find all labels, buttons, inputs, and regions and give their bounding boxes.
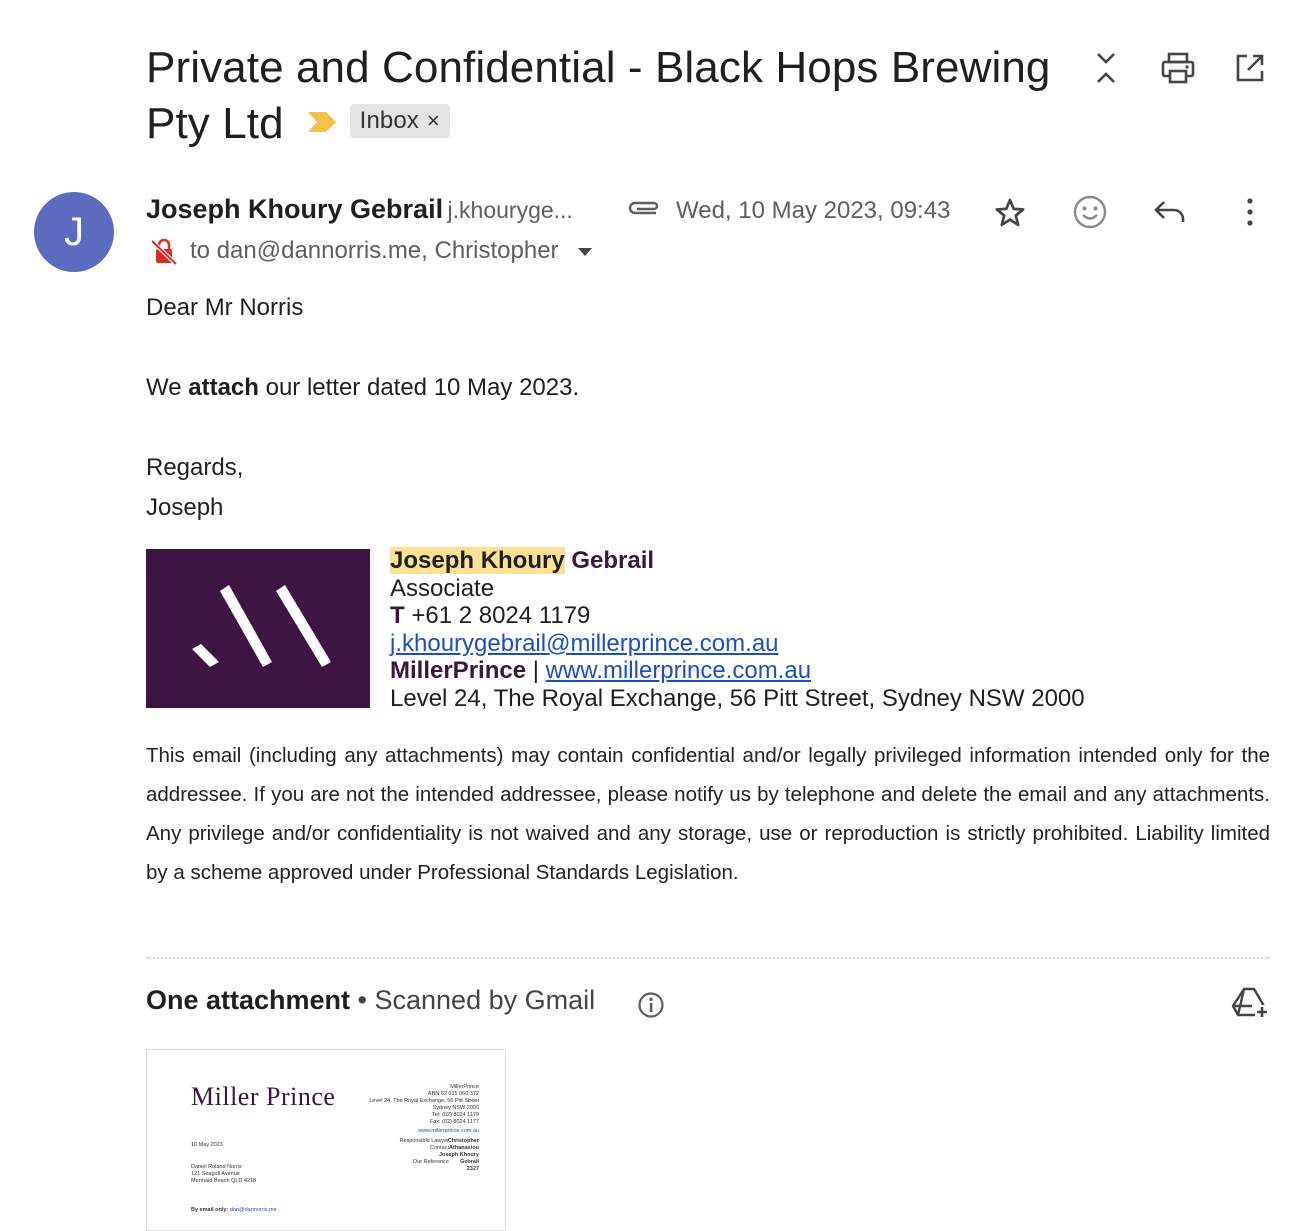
sender-avatar[interactable]: J [34, 192, 114, 272]
letter-ref-values: Christopher Athanasiou Joseph Khoury Geb… [438, 1138, 479, 1172]
signature-role: Associate [390, 574, 495, 602]
signature-firm-line: MillerPrince | www.millerprince.com.au [390, 657, 1085, 685]
reply-icon[interactable] [1152, 198, 1188, 226]
body-regards: Regards, [146, 454, 244, 481]
letter-website: www.millerprince.com.au [418, 1128, 479, 1135]
open-in-new-window-icon[interactable] [1230, 48, 1270, 88]
collapse-expand-icon[interactable] [1086, 48, 1126, 88]
label-text: Inbox [359, 107, 419, 135]
signature-name: Joseph Khoury Gebrail [390, 547, 1085, 575]
attachments-header: One attachment • Scanned by Gmail [146, 985, 595, 1016]
phone-number: +61 2 8024 1179 [404, 602, 591, 629]
attachments-divider [146, 957, 1270, 959]
email-date: Wed, 10 May 2023, 09:43 [676, 197, 951, 224]
phone-label: T [390, 602, 405, 629]
signature-logo [146, 549, 370, 708]
signature-firm: MillerPrince [390, 657, 527, 684]
email-subject: Private and Confidential - Black Hops Br… [146, 40, 1076, 152]
attachment-thumbnail[interactable]: Miller Prince MillerPrince ABN 62 015 06… [146, 1049, 506, 1231]
importance-marker-icon[interactable] [307, 112, 336, 133]
signature-name-rest: Gebrail [564, 547, 655, 574]
attachment-clip-icon [628, 201, 659, 215]
emoji-reaction-icon[interactable] [1072, 194, 1108, 230]
signature-name-highlight: Joseph Khoury [390, 547, 565, 574]
encryption-warning-icon[interactable] [150, 238, 180, 266]
letter-date: 10 May 2023 [191, 1142, 223, 1148]
signature-separator: | [526, 657, 546, 684]
recipient-details-chevron-icon[interactable] [576, 246, 594, 258]
print-icon[interactable] [1158, 48, 1198, 88]
signature-block: Joseph Khoury Gebrail Associate T +61 2 … [390, 547, 1085, 712]
body-signoff: Joseph [146, 494, 224, 521]
sender-line: Joseph Khoury Gebrail j.khouryge... [146, 194, 573, 225]
add-to-drive-icon[interactable] [1230, 986, 1270, 1020]
letter-logo: Miller Prince [191, 1082, 336, 1111]
body-line-pre: We [146, 374, 189, 401]
more-options-icon[interactable] [1240, 196, 1260, 228]
letter-website-link: www.millerprince.com.au [418, 1128, 479, 1134]
signature-phone: T +61 2 8024 1179 [390, 602, 1085, 630]
info-icon[interactable] [637, 991, 665, 1019]
legal-disclaimer: This email (including any attachments) m… [146, 744, 1270, 884]
avatar-initial: J [64, 209, 84, 254]
letter-recipient: Daniel Roland Norris 121 Seagull Avenue … [191, 1164, 257, 1184]
signature-email-link[interactable]: j.khourygebrail@millerprince.com.au [390, 630, 779, 657]
signature-address: Level 24, The Royal Exchange, 56 Pitt St… [390, 684, 1085, 712]
sender-name[interactable]: Joseph Khoury Gebrail [146, 194, 443, 224]
star-icon[interactable] [992, 196, 1028, 230]
letter-by-email: By email only: dan@dannorris.me [191, 1207, 277, 1214]
remove-label-button[interactable]: × [427, 104, 440, 138]
scan-note: • Scanned by Gmail [350, 985, 596, 1015]
body-line-post: our letter dated 10 May 2023. [258, 374, 580, 401]
attachments-heading: One attachment [146, 985, 351, 1015]
body-greeting: Dear Mr Norris [146, 294, 304, 321]
body-line-bold: attach [188, 374, 259, 401]
subject-text: Private and Confidential - Black Hops Br… [146, 43, 1051, 148]
body-line: We attach our letter dated 10 May 2023. [146, 368, 579, 408]
recipients: to dan@dannorris.me, Christopher [190, 237, 559, 264]
sender-email: j.khouryge... [447, 197, 573, 223]
label-chip-inbox: Inbox × [349, 104, 450, 139]
letter-firm-block: MillerPrince ABN 62 015 060 372 Level 24… [369, 1084, 479, 1125]
letter-by-email-label: By email only: [191, 1207, 229, 1213]
letter-by-email-value: dan@dannorris.me [229, 1207, 277, 1213]
signature-website-link[interactable]: www.millerprince.com.au [546, 657, 811, 684]
